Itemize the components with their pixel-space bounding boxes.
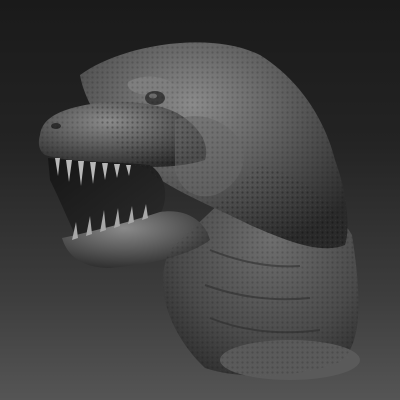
sculpt-viewport	[0, 0, 400, 400]
trex-bust-icon	[38, 42, 360, 380]
